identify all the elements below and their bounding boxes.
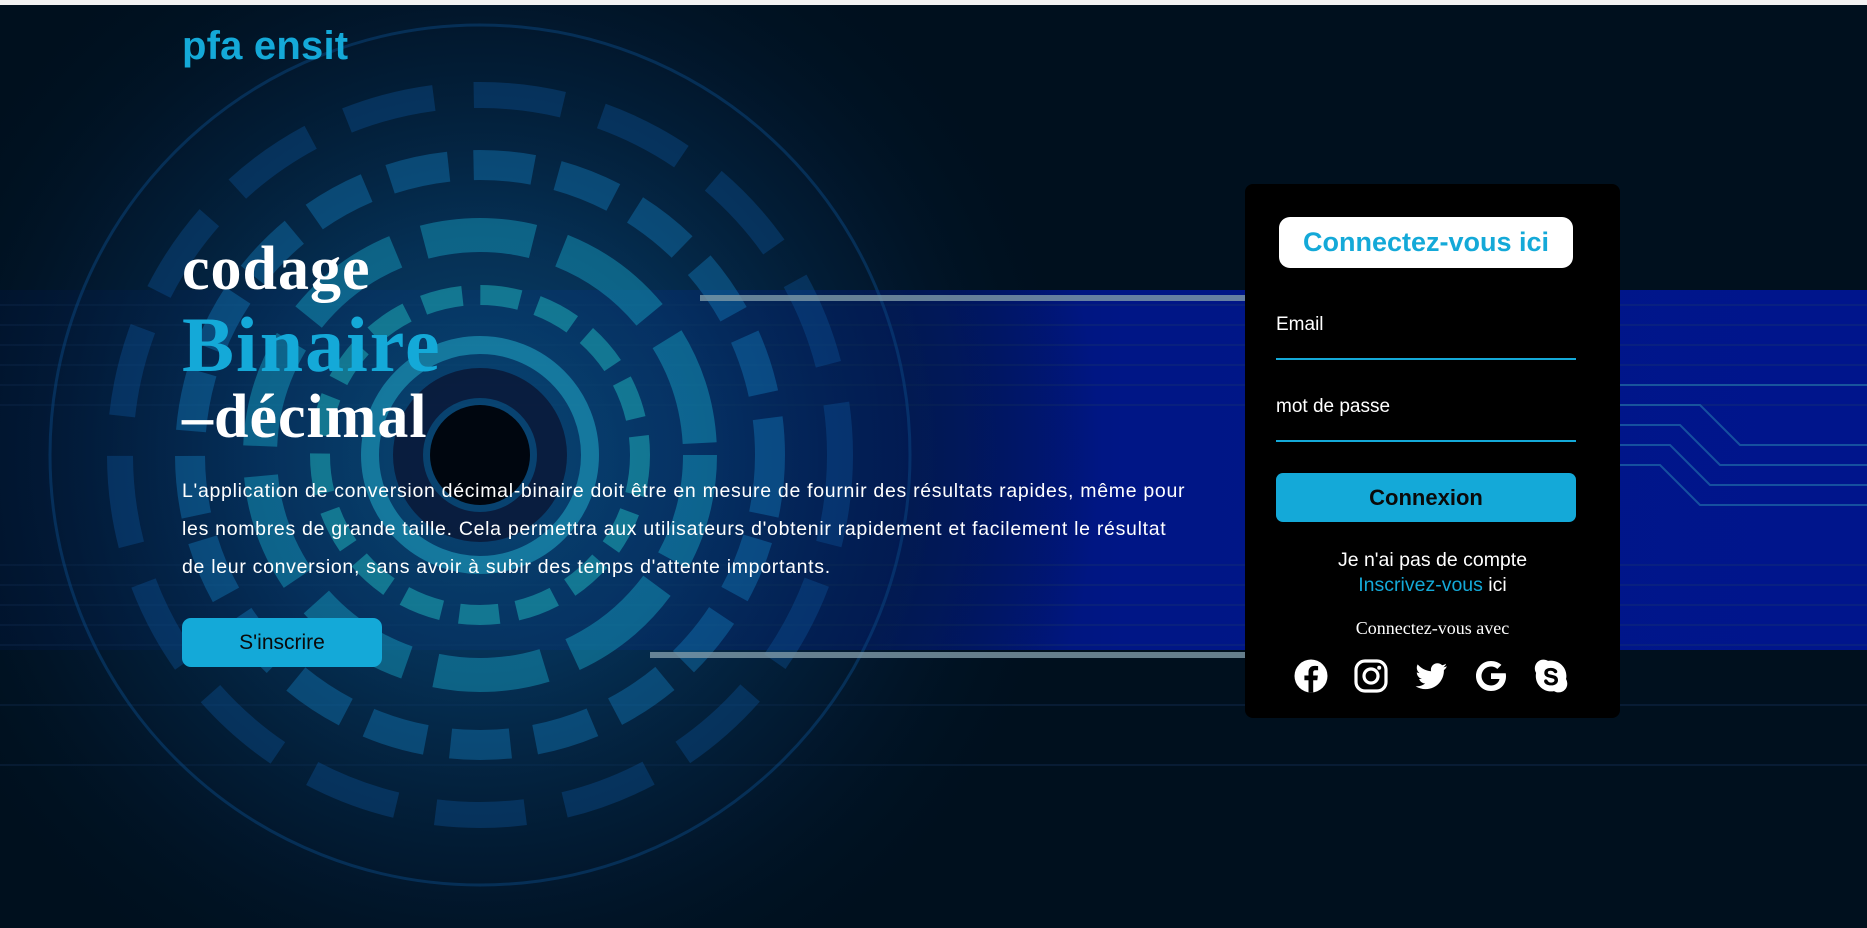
- password-input[interactable]: [1276, 420, 1576, 442]
- no-account-label: Je n'ai pas de compte: [1337, 549, 1528, 571]
- email-field: Email: [1276, 314, 1576, 360]
- email-label: Email: [1276, 314, 1324, 335]
- hero-title-line2: Binaire: [182, 301, 442, 388]
- signup-line: Inscrivez-vous ici: [1245, 573, 1620, 598]
- email-input[interactable]: [1276, 338, 1576, 360]
- signup-suffix: ici: [1482, 574, 1507, 596]
- skype-icon[interactable]: [1533, 658, 1569, 694]
- password-field: mot de passe: [1276, 396, 1576, 442]
- google-icon[interactable]: [1473, 658, 1509, 694]
- hero-description: L'application de conversion décimal-bina…: [182, 480, 1186, 578]
- signup-link[interactable]: Inscrivez-vous: [1358, 574, 1483, 596]
- no-account-text: Je n'ai pas de compte Inscrivez-vous ici: [1245, 548, 1620, 598]
- facebook-icon[interactable]: [1293, 658, 1329, 694]
- twitter-icon[interactable]: [1413, 658, 1449, 694]
- login-button[interactable]: Connexion: [1276, 473, 1576, 522]
- instagram-icon[interactable]: [1353, 658, 1389, 694]
- brand-logo[interactable]: pfa ensit: [182, 24, 348, 69]
- signup-button[interactable]: S'inscrire: [182, 618, 382, 667]
- hero-title-line3: –décimal: [182, 383, 428, 451]
- hero-title-line1: codage: [182, 235, 371, 303]
- hero-title: codage Binaire –décimal: [182, 238, 442, 448]
- social-login-row: [1293, 658, 1593, 698]
- password-label: mot de passe: [1276, 396, 1391, 417]
- login-card: Connectez-vous ici Email mot de passe Co…: [1245, 184, 1620, 718]
- social-login-label: Connectez-vous avec: [1355, 618, 1510, 638]
- login-title: Connectez-vous ici: [1279, 217, 1573, 268]
